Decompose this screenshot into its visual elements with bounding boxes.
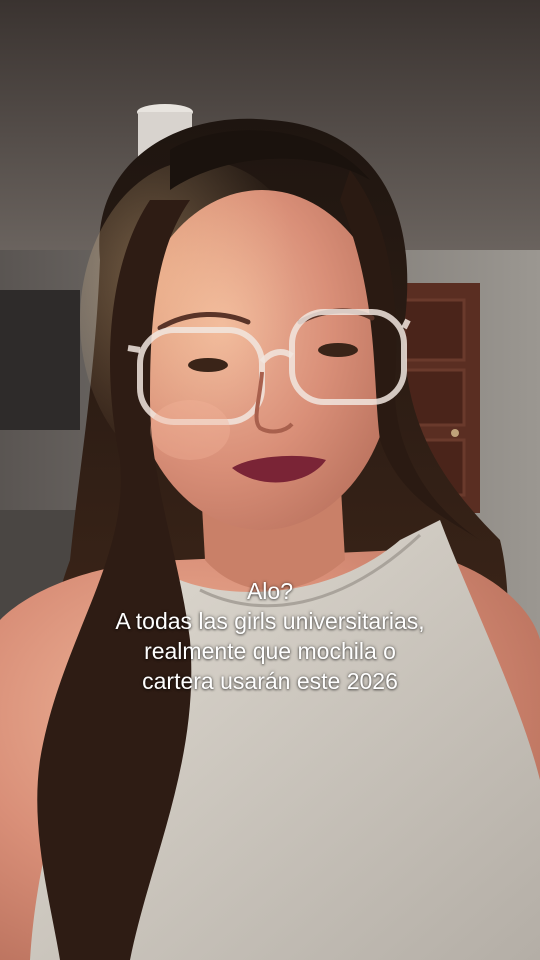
caption-overlay: Alo? A todas las girls universitarias, r…: [0, 576, 540, 696]
video-frame[interactable]: Alo? A todas las girls universitarias, r…: [0, 0, 540, 960]
caption-line-3: realmente que mochila o: [144, 638, 396, 664]
window: [0, 290, 80, 430]
caption-line-1: Alo?: [246, 578, 294, 604]
caption-line-4: cartera usarán este 2026: [142, 668, 398, 694]
selfie-photo: [0, 0, 540, 960]
caption-line-2: A todas las girls universitarias,: [115, 608, 425, 634]
